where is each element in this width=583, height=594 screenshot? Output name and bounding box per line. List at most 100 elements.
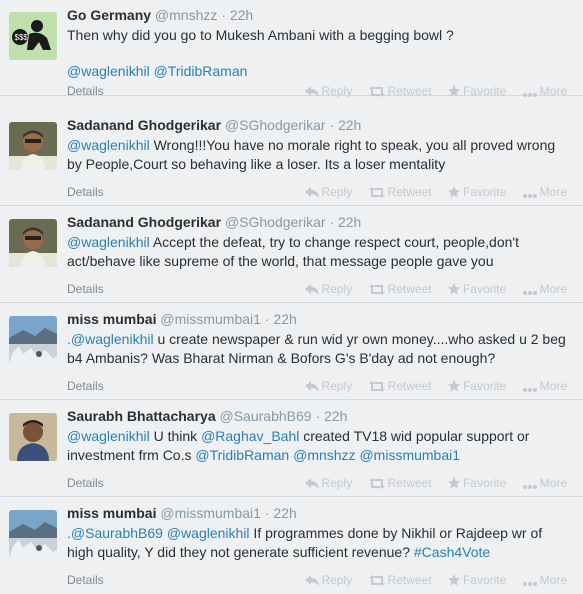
retweet-button[interactable]: Retweet xyxy=(368,84,432,98)
more-button[interactable]: More xyxy=(522,379,567,393)
user-name[interactable]: Go Germany xyxy=(67,7,151,23)
user-handle[interactable]: @missmumbai1 xyxy=(160,311,261,327)
favorite-label: Favorite xyxy=(462,282,507,296)
reply-icon xyxy=(304,86,319,97)
favorite-button[interactable]: Favorite xyxy=(447,573,507,587)
star-icon xyxy=(447,574,460,586)
mention-link[interactable]: @waglenikhil xyxy=(67,137,150,153)
avatar[interactable] xyxy=(9,219,57,267)
separator: · xyxy=(221,7,226,23)
user-handle[interactable]: @SGhodgerikar xyxy=(225,117,326,133)
tweet[interactable]: $$$ Go Germany @mnshzz · 22h Then why di… xyxy=(0,0,583,98)
mention-link[interactable]: .@SaurabhB69 xyxy=(67,525,163,541)
more-button[interactable]: More xyxy=(522,185,567,199)
favorite-label: Favorite xyxy=(462,185,507,199)
retweet-button[interactable]: Retweet xyxy=(368,185,432,199)
user-handle[interactable]: @mnshzz xyxy=(155,7,217,23)
retweet-icon xyxy=(368,187,385,198)
reply-label: Reply xyxy=(321,476,353,490)
more-label: More xyxy=(539,573,567,587)
tweet[interactable]: miss mumbai @missmumbai1 · 22h .@wagleni… xyxy=(0,304,583,400)
details-link[interactable]: Details xyxy=(67,282,104,296)
tweet[interactable]: Sadanand Ghodgerikar @SGhodgerikar · 22h… xyxy=(0,207,583,303)
more-label: More xyxy=(539,282,567,296)
details-link[interactable]: Details xyxy=(67,185,104,199)
reply-button[interactable]: Reply xyxy=(304,185,353,199)
favorite-label: Favorite xyxy=(462,573,507,587)
retweet-label: Retweet xyxy=(387,282,432,296)
tweet-text: @waglenikhil U think @Raghav_Bahl create… xyxy=(67,427,572,465)
timestamp[interactable]: 22h xyxy=(273,505,296,521)
avatar[interactable]: $$$ xyxy=(9,12,57,60)
reply-icon xyxy=(304,575,319,586)
reply-button[interactable]: Reply xyxy=(304,379,352,393)
more-button[interactable]: More xyxy=(522,573,567,587)
user-name[interactable]: miss mumbai xyxy=(67,505,156,521)
details-link[interactable]: Details xyxy=(67,573,104,587)
timestamp[interactable]: 22h xyxy=(338,214,361,230)
more-label: More xyxy=(539,379,567,393)
reply-button[interactable]: Reply xyxy=(304,282,352,296)
reply-label: Reply xyxy=(321,573,353,587)
man-portrait-icon xyxy=(9,219,57,267)
more-button[interactable]: More xyxy=(522,476,567,490)
tweet-body: U think xyxy=(149,428,202,444)
retweet-button[interactable]: Retweet xyxy=(368,379,432,393)
avatar[interactable] xyxy=(9,316,57,364)
user-name[interactable]: Saurabh Bhattacharya xyxy=(67,408,216,424)
favorite-button[interactable]: Favorite xyxy=(447,84,506,98)
star-icon xyxy=(447,186,460,198)
retweet-icon xyxy=(368,575,385,586)
tweet[interactable]: Sadanand Ghodgerikar @SGhodgerikar · 22h… xyxy=(0,110,583,206)
reply-label: Reply xyxy=(321,185,353,199)
more-button[interactable]: More xyxy=(522,84,567,98)
user-handle[interactable]: @missmumbai1 xyxy=(160,505,261,521)
reply-button[interactable]: Reply xyxy=(304,84,352,98)
mention-link[interactable]: .@waglenikhil xyxy=(67,331,154,347)
user-handle[interactable]: @SGhodgerikar xyxy=(225,214,326,230)
timestamp[interactable]: 22h xyxy=(230,7,253,23)
retweet-button[interactable]: Retweet xyxy=(368,282,432,296)
timestamp[interactable]: 22h xyxy=(338,117,361,133)
landscape-photo-icon xyxy=(9,316,57,364)
reply-icon xyxy=(304,478,319,489)
tweet[interactable]: Saurabh Bhattacharya @SaurabhB69 · 22h @… xyxy=(0,401,583,497)
retweet-button[interactable]: Retweet xyxy=(368,476,432,490)
hashtag-link[interactable]: #Cash4Vote xyxy=(414,544,490,560)
avatar[interactable] xyxy=(9,510,57,558)
user-name[interactable]: Sadanand Ghodgerikar xyxy=(67,214,221,230)
favorite-button[interactable]: Favorite xyxy=(447,476,506,490)
star-icon xyxy=(447,85,460,97)
man-portrait-icon xyxy=(9,122,57,170)
more-button[interactable]: More xyxy=(522,282,567,296)
reply-button[interactable]: Reply xyxy=(304,476,353,490)
mention-links[interactable]: @waglenikhil @TridibRaman xyxy=(67,62,572,81)
mention-link[interactable]: @waglenikhil xyxy=(67,234,150,250)
avatar[interactable] xyxy=(9,122,57,170)
mention-link[interactable]: @Raghav_Bahl xyxy=(201,428,299,444)
favorite-button[interactable]: Favorite xyxy=(447,185,507,199)
user-handle[interactable]: @SaurabhB69 xyxy=(220,408,312,424)
details-link[interactable]: Details xyxy=(67,379,104,393)
favorite-button[interactable]: Favorite xyxy=(447,379,506,393)
mention-link[interactable]: @waglenikhil xyxy=(167,525,250,541)
details-link[interactable]: Details xyxy=(67,476,104,490)
reply-icon xyxy=(304,381,319,392)
retweet-button[interactable]: Retweet xyxy=(368,573,432,587)
mention-link[interactable]: @waglenikhil xyxy=(67,428,150,444)
timestamp[interactable]: 22h xyxy=(273,311,296,327)
avatar[interactable] xyxy=(9,413,57,461)
mention-link[interactable]: @TridibRaman xyxy=(195,447,289,463)
favorite-button[interactable]: Favorite xyxy=(447,282,507,296)
details-link[interactable]: Details xyxy=(67,84,104,98)
tweet-text: .@SaurabhB69 @waglenikhil If programmes … xyxy=(67,524,572,562)
reply-icon xyxy=(304,284,319,295)
user-name[interactable]: Sadanand Ghodgerikar xyxy=(67,117,221,133)
user-name[interactable]: miss mumbai xyxy=(67,311,156,327)
tweet-text: @waglenikhil Accept the defeat, try to c… xyxy=(67,233,572,271)
mention-link[interactable]: @missmumbai1 xyxy=(359,447,460,463)
reply-button[interactable]: Reply xyxy=(304,573,353,587)
mention-link[interactable]: @mnshzz xyxy=(293,447,355,463)
timestamp[interactable]: 22h xyxy=(324,408,347,424)
tweet[interactable]: miss mumbai @missmumbai1 · 22h .@Saurabh… xyxy=(0,498,583,594)
